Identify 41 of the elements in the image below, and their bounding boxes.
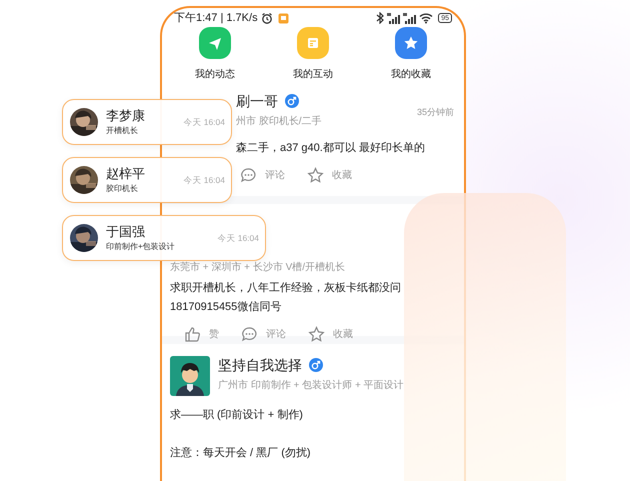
- star-outline-icon: [308, 326, 325, 342]
- contact-role: 印前制作+包装设计: [106, 242, 176, 252]
- thumbs-up-icon: [184, 326, 201, 342]
- contact-role: 开槽机长: [106, 126, 139, 136]
- speech-bubble-icon: [241, 326, 258, 342]
- speech-bubble-icon: [240, 166, 257, 184]
- post-text: 森二手，a37 g40.都可以 最好印长单的: [236, 140, 426, 156]
- wifi-icon: [419, 12, 434, 24]
- signal-icon: [403, 12, 416, 24]
- contact-name: 赵梓平: [106, 166, 146, 182]
- card-time: 今天 16:04: [217, 232, 259, 244]
- shortcut-label[interactable]: 我的互动: [293, 66, 333, 82]
- contact-name: 于国强: [106, 224, 146, 240]
- shortcut-label[interactable]: 我的动态: [195, 66, 235, 82]
- send-shortcut-icon[interactable]: [199, 26, 231, 58]
- signal-icon: [387, 12, 400, 24]
- contact-role: 胶印机长: [106, 184, 139, 194]
- user-location: 广州市 印前制作 + 包装设计师 + 平面设计: [218, 378, 405, 392]
- star-outline-icon: [307, 166, 324, 184]
- post-text: 求职开槽机长，八年工作经验，灰板卡纸都没问: [170, 280, 402, 296]
- message-shortcut-icon[interactable]: [297, 26, 329, 58]
- bluetooth-icon: [376, 12, 384, 24]
- card-time: 今天 16:04: [183, 116, 225, 128]
- profile-card[interactable]: 赵梓平 胶印机长 今天 16:04: [62, 157, 232, 203]
- post-text: 18170915455微信同号: [170, 300, 282, 314]
- user-location: 东莞市 + 深圳市 + 长沙市 V槽/开槽机长: [170, 260, 346, 274]
- status-time: 下午1:47 | 1.7K/s: [174, 11, 258, 26]
- notification-icon: [278, 12, 289, 24]
- user-name: 坚持自我选择: [218, 356, 302, 374]
- post-time: 35分钟前: [416, 106, 454, 118]
- card-time: 今天 16:04: [183, 174, 225, 186]
- star-shortcut-icon[interactable]: [395, 26, 427, 58]
- post-text: 注意：每天开会 / 黑厂 (勿扰): [170, 446, 312, 460]
- user-location: 州市 胶印机长/二手: [236, 114, 323, 128]
- shortcut-label[interactable]: 我的收藏: [391, 66, 431, 82]
- alarm-icon: [260, 12, 273, 24]
- profile-card[interactable]: 李梦康 开槽机长 今天 16:04: [62, 99, 232, 145]
- user-name: 刷一哥: [236, 92, 278, 110]
- profile-card[interactable]: 于国强 印前制作+包装设计 今天 16:04: [62, 215, 266, 261]
- contact-name: 李梦康: [106, 108, 146, 124]
- post-text: 求——职 (印前设计 + 制作): [170, 408, 304, 422]
